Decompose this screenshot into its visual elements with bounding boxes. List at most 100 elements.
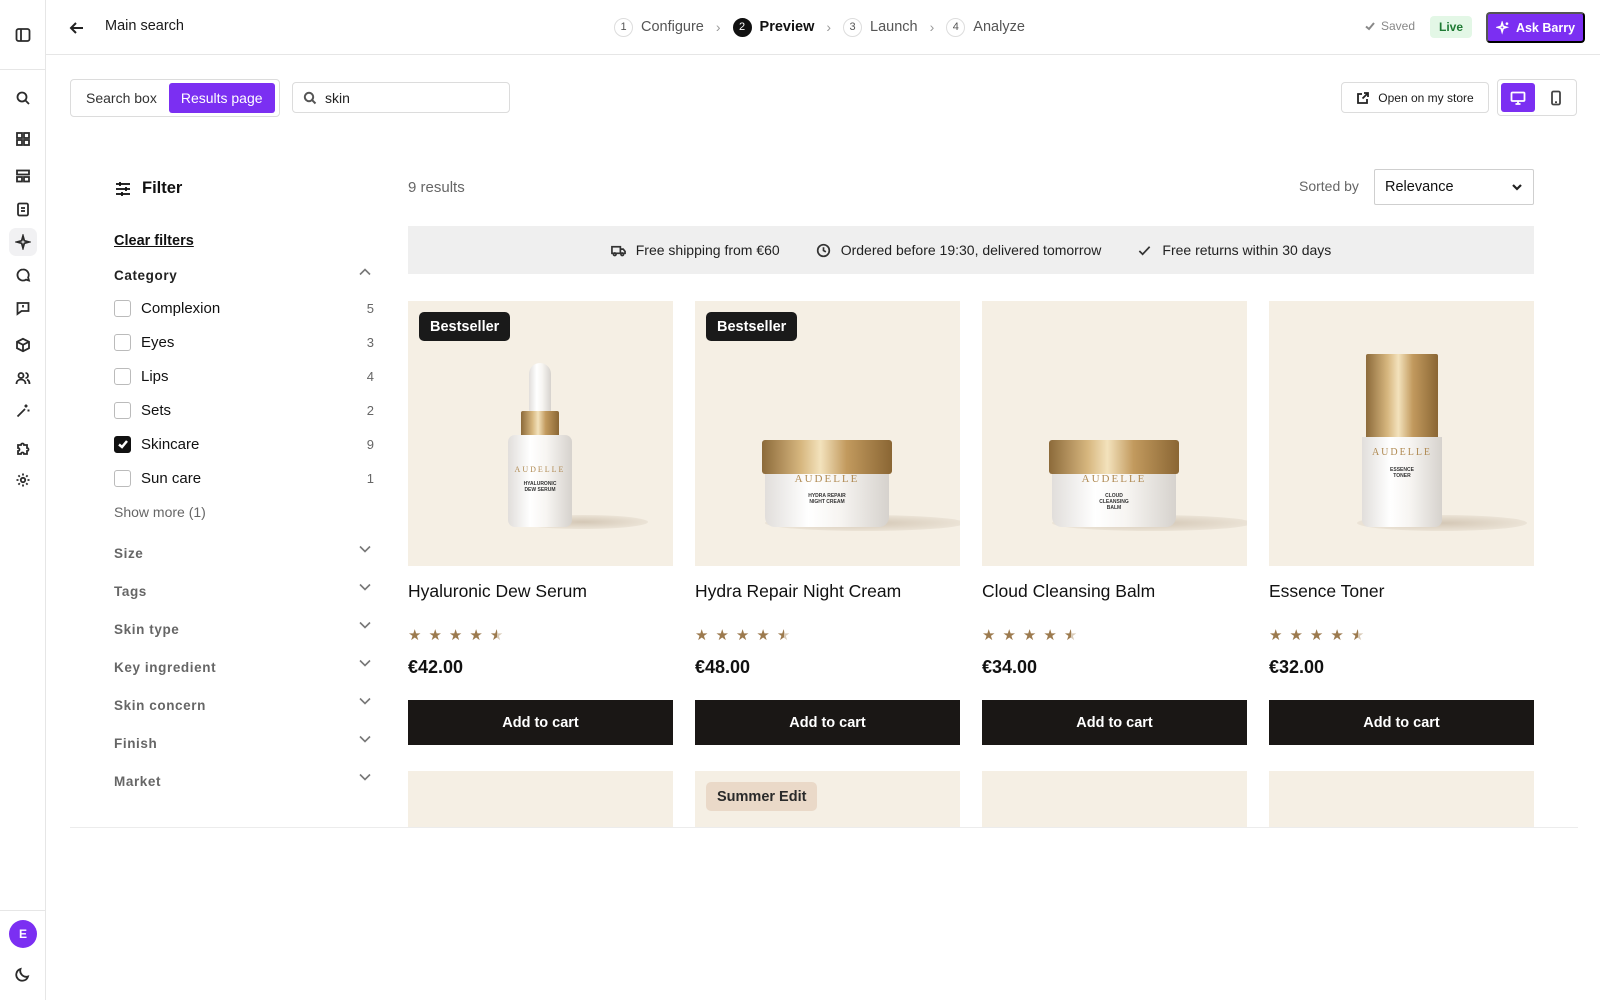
product-card[interactable]: AUDELLE HYDRA REPAIR NIGHT CREAM Bestsel… xyxy=(695,301,960,745)
sort-value: Relevance xyxy=(1385,179,1454,195)
product-card[interactable] xyxy=(408,771,673,827)
layout-icon[interactable] xyxy=(9,162,37,190)
clipboard-icon[interactable] xyxy=(9,195,37,223)
clear-filters-link[interactable]: Clear filters xyxy=(114,233,194,249)
step-configure[interactable]: 1 Configure xyxy=(614,17,704,37)
product-card[interactable]: Summer Edit xyxy=(695,771,960,827)
bestseller-badge: Bestseller xyxy=(706,312,798,341)
magic-wand-icon[interactable] xyxy=(9,397,37,425)
star-half-icon: ★ xyxy=(1350,627,1365,644)
product-name[interactable]: Essence Toner xyxy=(1269,581,1384,602)
product-card[interactable] xyxy=(1269,771,1534,827)
toner-cap xyxy=(1366,354,1438,442)
search-input[interactable] xyxy=(325,89,495,106)
tab-search-box[interactable]: Search box xyxy=(74,83,169,113)
search-icon[interactable] xyxy=(9,84,37,112)
feedback-icon[interactable] xyxy=(9,294,37,322)
box-icon[interactable] xyxy=(9,331,37,359)
star-icon: ★ xyxy=(1043,627,1057,644)
facet-tags-title[interactable]: Tags xyxy=(114,584,147,599)
mobile-view-button[interactable] xyxy=(1539,83,1573,112)
star-icon: ★ xyxy=(448,627,463,644)
moon-icon[interactable] xyxy=(9,960,37,988)
option-label: Lips xyxy=(141,367,169,385)
step-analyze[interactable]: 4 Analyze xyxy=(946,17,1025,37)
avatar[interactable]: E xyxy=(9,920,37,948)
facet-market-title[interactable]: Market xyxy=(114,774,161,789)
sparkle-icon[interactable] xyxy=(9,228,37,256)
facet-size-title[interactable]: Size xyxy=(114,546,143,561)
chat-icon[interactable] xyxy=(9,261,37,289)
product-card[interactable]: AUDELLE ESSENCE TONER Essence Toner ★ ★ ★ ★… xyxy=(1269,301,1534,745)
add-to-cart-button[interactable]: Add to cart xyxy=(982,700,1247,745)
chevron-up-icon[interactable] xyxy=(358,265,372,279)
checkbox[interactable] xyxy=(114,333,131,351)
product-card[interactable] xyxy=(982,771,1247,827)
live-badge: Live xyxy=(1430,16,1473,38)
checkbox[interactable] xyxy=(114,401,131,419)
product-image[interactable]: AUDELLE CLOUD CLEANSING BALM xyxy=(982,301,1247,566)
checkbox[interactable] xyxy=(114,299,131,317)
facet-option-complexion[interactable]: Complexion 5 xyxy=(114,297,374,319)
chevron-down-icon[interactable] xyxy=(358,694,372,708)
ask-barry-button[interactable]: Ask Barry xyxy=(1486,12,1585,43)
chevron-down-icon[interactable] xyxy=(358,580,372,594)
checkbox[interactable] xyxy=(114,469,131,487)
facet-skin-concern-title[interactable]: Skin concern xyxy=(114,698,206,713)
product-image[interactable]: AUDELLE HYALURONIC DEW SERUM Bestseller xyxy=(408,301,673,566)
product-name[interactable]: Hydra Repair Night Cream xyxy=(695,581,901,602)
sort-select[interactable]: Relevance xyxy=(1374,169,1534,205)
chevron-down-icon[interactable] xyxy=(358,542,372,556)
product-label: ESSENCE TONER xyxy=(1390,467,1414,479)
stepper: 1 Configure › 2 Preview › 3 Launch › 4 A… xyxy=(614,16,1025,38)
step-label: Launch xyxy=(870,19,918,35)
chevron-right-icon: › xyxy=(929,19,935,35)
product-image[interactable]: AUDELLE ESSENCE TONER xyxy=(1269,301,1534,566)
chevron-down-icon[interactable] xyxy=(358,618,372,632)
product-card[interactable]: AUDELLE HYALURONIC DEW SERUM Bestseller … xyxy=(408,301,673,745)
facet-key-ingredient-title[interactable]: Key ingredient xyxy=(114,660,216,675)
checkbox-checked[interactable] xyxy=(114,435,131,453)
star-half-icon: ★ xyxy=(1063,627,1078,644)
add-to-cart-button[interactable]: Add to cart xyxy=(695,700,960,745)
panel-icon[interactable] xyxy=(9,21,37,49)
rail-header xyxy=(0,0,45,70)
results-count: 9 results xyxy=(408,179,465,196)
open-on-store-button[interactable]: Open on my store xyxy=(1341,82,1489,113)
star-icon: ★ xyxy=(469,627,483,644)
product-price: €32.00 xyxy=(1269,657,1325,677)
product-name[interactable]: Hyaluronic Dew Serum xyxy=(408,581,587,602)
star-half-icon: ★ xyxy=(489,627,504,644)
product-image[interactable]: AUDELLE HYDRA REPAIR NIGHT CREAM Bestsel… xyxy=(695,301,960,566)
step-preview[interactable]: 2 Preview xyxy=(732,17,814,37)
tab-results-page[interactable]: Results page xyxy=(168,83,275,113)
chevron-down-icon[interactable] xyxy=(358,770,372,784)
users-icon[interactable] xyxy=(9,364,37,392)
star-icon: ★ xyxy=(1002,627,1016,644)
product-name[interactable]: Cloud Cleansing Balm xyxy=(982,581,1155,602)
step-number: 2 xyxy=(732,17,752,37)
facet-category-title[interactable]: Category xyxy=(114,268,177,283)
gear-icon[interactable] xyxy=(9,466,37,494)
chevron-down-icon[interactable] xyxy=(358,656,372,670)
add-to-cart-button[interactable]: Add to cart xyxy=(1269,700,1534,745)
step-launch[interactable]: 3 Launch xyxy=(843,17,918,37)
facet-option-sets[interactable]: Sets 2 xyxy=(114,399,374,421)
facet-skin-type-title[interactable]: Skin type xyxy=(114,622,179,637)
add-to-cart-button[interactable]: Add to cart xyxy=(408,700,673,745)
desktop-view-button[interactable] xyxy=(1501,83,1535,112)
facet-option-sun-care[interactable]: Sun care 1 xyxy=(114,467,374,489)
facet-option-skincare[interactable]: Skincare 9 xyxy=(114,433,374,455)
facet-option-lips[interactable]: Lips 4 xyxy=(114,365,374,387)
puzzle-icon[interactable] xyxy=(9,434,37,462)
star-icon: ★ xyxy=(1330,627,1344,644)
checkbox[interactable] xyxy=(114,367,131,385)
chevron-down-icon[interactable] xyxy=(358,732,372,746)
facet-option-eyes[interactable]: Eyes 3 xyxy=(114,331,374,353)
brand-label: AUDELLE xyxy=(794,473,860,485)
product-card[interactable]: AUDELLE CLOUD CLEANSING BALM Cloud Clean… xyxy=(982,301,1247,745)
facet-finish-title[interactable]: Finish xyxy=(114,736,157,751)
back-arrow-icon[interactable] xyxy=(68,19,86,37)
dashboard-icon[interactable] xyxy=(9,125,37,153)
show-more-link[interactable]: Show more (1) xyxy=(114,504,206,520)
